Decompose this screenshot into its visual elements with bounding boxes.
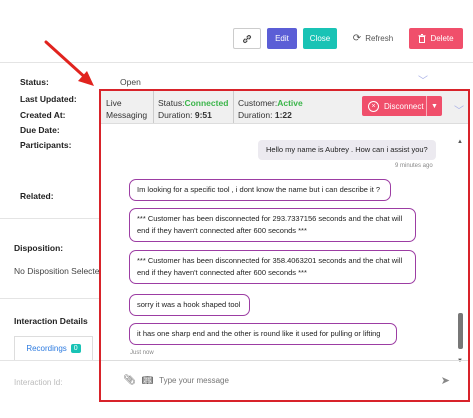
delete-button[interactable]: Delete [409, 28, 463, 49]
close-button-label: Close [309, 34, 331, 43]
channel-info: Live Messaging [106, 97, 147, 121]
refresh-button-label: Refresh [365, 34, 394, 43]
customer-message: *** Customer has been disconnected for 3… [129, 250, 416, 284]
interaction-id-label: Interaction Id: [14, 378, 63, 387]
customer-duration-label: Duration: [238, 110, 273, 120]
customer-duration-value: 1:22 [274, 110, 292, 120]
agent-duration-label: Duration: [158, 110, 193, 120]
disconnect-button[interactable]: × Disconnect ▼ [362, 96, 442, 116]
message-scrollbar[interactable]: ▲ ▼ [454, 139, 468, 364]
customer-status-label: Customer: [238, 98, 278, 108]
tabs-divider [0, 360, 100, 361]
record-toolbar: Edit Close ⟳ Refresh Delete [233, 28, 463, 49]
customer-message: sorry it was a hook shaped tool [129, 294, 250, 316]
disposition-title: Disposition: [14, 243, 64, 253]
customer-status-value: Active [277, 98, 303, 108]
agent-status-value: Connected [184, 98, 229, 108]
book-icon[interactable]: 📖︎ [142, 375, 153, 386]
link-icon [243, 34, 251, 43]
disposition-value[interactable]: No Disposition Selected [14, 266, 100, 276]
trash-icon [418, 34, 426, 43]
edit-button-label: Edit [275, 34, 289, 43]
close-circle-icon: × [368, 100, 379, 112]
chat-header: Live Messaging Status:Connected Duration… [101, 91, 468, 124]
refresh-icon: ⟳ [352, 33, 362, 44]
message-timestamp: 9 minutes ago [395, 163, 433, 169]
participants-label: Participants: [20, 140, 72, 150]
related-label: Related: [20, 191, 54, 201]
delete-button-label: Delete [430, 34, 454, 43]
recordings-count-badge: 0 [70, 344, 81, 353]
message-input[interactable] [159, 376, 420, 385]
last-updated-label: Last Updated: [20, 94, 77, 104]
channel-line2: Messaging [106, 110, 148, 120]
message-composer: 📎︎ 📖︎ ➤ [101, 360, 468, 400]
due-date-label: Due Date: [20, 125, 60, 135]
recordings-tab-label: Recordings [26, 344, 67, 353]
channel-line1: Live [106, 98, 122, 108]
annotation-arrow [44, 40, 94, 86]
details-divider [0, 218, 100, 219]
edit-button[interactable]: Edit [267, 28, 297, 49]
customer-message: it has one sharp end and the other is ro… [129, 323, 397, 345]
agent-duration-value: 9:51 [194, 110, 212, 120]
header-separator [233, 91, 234, 123]
live-chat-panel: Live Messaging Status:Connected Duration… [99, 89, 470, 402]
close-button[interactable]: Close [303, 28, 337, 49]
customer-message: Im looking for a specific tool , i dont … [129, 179, 391, 201]
scroll-up-icon[interactable]: ▲ [457, 139, 463, 145]
agent-status-label: Status: [158, 98, 185, 108]
created-at-label: Created At: [20, 110, 66, 120]
message-list: Hello my name is Aubrey . How can i assi… [101, 124, 454, 360]
copy-link-button[interactable] [233, 28, 261, 49]
header-separator [153, 91, 154, 123]
message-timestamp: Just now [130, 350, 154, 356]
tab-recordings[interactable]: Recordings 0 [14, 336, 93, 360]
caret-down-icon[interactable]: ▼ [426, 96, 442, 116]
customer-status: Customer:Active Duration: 1:22 [238, 97, 303, 121]
customer-message: *** Customer has been disconnected for 2… [129, 208, 416, 242]
chevron-down-icon[interactable]: ﹀ [418, 72, 428, 87]
disposition-divider [0, 298, 100, 299]
interaction-details-title: Interaction Details [14, 316, 88, 326]
scrollbar-thumb[interactable] [458, 313, 463, 349]
paperclip-icon[interactable]: 📎︎ [123, 375, 136, 386]
disconnect-label: Disconnect [384, 101, 424, 111]
agent-status: Status:Connected Duration: 9:51 [158, 97, 228, 121]
refresh-button[interactable]: ⟳ Refresh [343, 28, 403, 49]
send-icon[interactable]: ➤ [441, 374, 450, 387]
chevron-down-icon[interactable]: ﹀ [454, 102, 464, 117]
status-value[interactable]: Open [120, 77, 141, 87]
agent-message: Hello my name is Aubrey . How can i assi… [258, 140, 436, 160]
